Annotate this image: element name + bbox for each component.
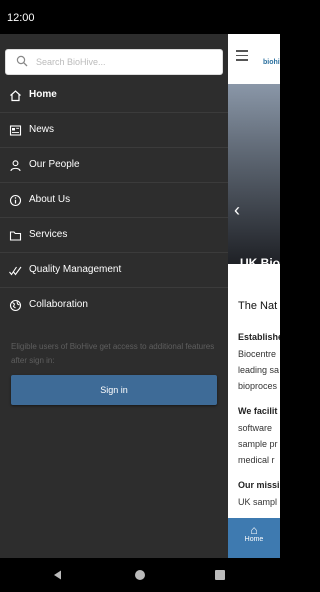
folder-icon	[9, 231, 22, 241]
home-circle-icon[interactable]	[135, 570, 145, 580]
status-bar: 12:00	[0, 0, 280, 34]
home-icon	[10, 90, 21, 102]
menu-item-label: Quality Management	[29, 264, 122, 275]
chevron-left-icon[interactable]: ‹	[234, 200, 240, 221]
back-icon[interactable]	[53, 570, 63, 580]
background-page: biohive ‹ UK Bioc NHS Test The Nat Estab…	[228, 34, 280, 558]
menu-item-label: Collaboration	[29, 299, 88, 310]
menu-item-label: Our People	[29, 159, 80, 170]
status-time: 12:00	[7, 12, 35, 24]
menu-item-news[interactable]: News	[0, 113, 228, 148]
search-bar[interactable]	[5, 49, 223, 75]
menu-item-label: News	[29, 124, 55, 135]
signin-note: Eligible users of BioHive get access to …	[11, 342, 215, 365]
globe-icon	[9, 299, 22, 312]
app-logo: biohive	[263, 59, 280, 66]
paragraph-title: We facilit	[238, 406, 278, 416]
paragraph-title: Establishe	[238, 332, 280, 342]
menu-item-quality-management[interactable]: Quality Management	[0, 253, 228, 288]
hamburger-icon[interactable]	[236, 50, 248, 61]
hero-title: UK Bioc	[240, 256, 280, 270]
info-icon	[9, 194, 22, 207]
menu-item-home[interactable]: Home	[0, 78, 228, 113]
signin-button[interactable]: Sign in	[11, 375, 217, 405]
paragraph-title: Our missi	[238, 480, 280, 490]
system-nav-bar	[0, 558, 280, 592]
paragraph-text: Biocentre leading sa bioproces	[238, 349, 280, 391]
menu-item-label: Services	[29, 229, 68, 240]
search-input[interactable]	[36, 53, 214, 71]
menu-item-our-people[interactable]: Our People	[0, 148, 228, 183]
search-icon	[16, 55, 28, 67]
recents-icon[interactable]	[215, 570, 225, 580]
check-marks-icon	[9, 266, 22, 276]
section-title: The Nat	[238, 300, 278, 312]
menu-item-label: Home	[29, 89, 57, 100]
menu-item-about-us[interactable]: About Us	[0, 183, 228, 218]
menu-item-label: About Us	[29, 194, 71, 205]
menu-item-services[interactable]: Services	[0, 218, 228, 253]
drawer-menu: Home News Our People About Us Services Q…	[0, 78, 228, 322]
bottom-nav-home[interactable]: ⌂ Home	[228, 518, 280, 558]
navigation-drawer: Home News Our People About Us	[0, 34, 228, 558]
page-content: The Nat Establishe Biocentre leading sa …	[238, 300, 280, 522]
paragraph-text: software sample pr medical r	[238, 423, 278, 465]
home-icon: ⌂	[250, 523, 258, 537]
app-header: biohive	[228, 34, 280, 85]
hero-subtitle: NHS Test	[240, 279, 278, 289]
news-icon	[9, 125, 22, 136]
menu-item-collaboration[interactable]: Collaboration	[0, 288, 228, 322]
bottom-nav-label: Home	[244, 536, 264, 543]
paragraph-text: UK sampl	[238, 497, 278, 507]
hero-banner: ‹ UK Bioc NHS Test	[228, 84, 280, 289]
person-icon	[10, 160, 21, 172]
